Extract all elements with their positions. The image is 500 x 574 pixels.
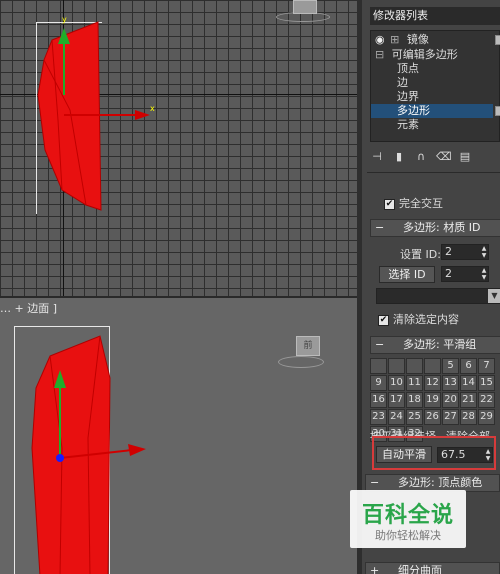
stack-item-mirror[interactable]: ◉ ⊞ 镜像	[375, 33, 429, 47]
select-id-spinner[interactable]: 2 ▲ ▼	[441, 266, 489, 282]
rollout-title: 多边形: 材质 ID	[403, 221, 481, 234]
smoothing-group-button[interactable]: 26	[424, 409, 441, 425]
red-mesh-object[interactable]	[0, 0, 357, 296]
smoothing-group-button[interactable]: 17	[388, 392, 405, 408]
remove-modifier-icon[interactable]: ⌫	[436, 150, 452, 164]
set-id-value: 2	[445, 245, 452, 258]
collapse-icon[interactable]: −	[375, 337, 384, 353]
smoothing-group-button[interactable]: 12	[424, 375, 441, 391]
rollout-smoothing-groups[interactable]: − 多边形: 平滑组	[370, 336, 500, 354]
expand-icon[interactable]: ⊞	[390, 33, 399, 46]
smoothing-group-button[interactable]: 18	[406, 392, 423, 408]
select-id-value: 2	[445, 267, 452, 280]
annotation-highlight-box	[372, 436, 496, 470]
rollout-title: 多边形: 顶点颜色	[398, 476, 483, 489]
collapse-icon[interactable]: −	[370, 475, 379, 491]
smoothing-group-button[interactable]: 23	[370, 409, 387, 425]
spinner-arrows-icon[interactable]: ▲ ▼	[480, 245, 488, 259]
smoothing-group-button[interactable]	[406, 358, 423, 374]
watermark-sub-text: 助你轻松解决	[375, 529, 441, 542]
smoothing-group-button[interactable]: 25	[406, 409, 423, 425]
stack-item-label: 可编辑多边形	[391, 48, 458, 61]
collapse-icon[interactable]: ⊟	[375, 48, 384, 61]
collapse-icon[interactable]: −	[375, 220, 384, 236]
stack-item-border[interactable]: 边界	[397, 90, 419, 104]
smoothing-group-button[interactable]: 13	[442, 375, 459, 391]
smoothing-group-button[interactable]: 27	[442, 409, 459, 425]
x-axis-gizmo-icon: x	[150, 104, 155, 113]
smoothing-group-button[interactable]: 14	[460, 375, 477, 391]
pin-stack-icon[interactable]: ⊣	[370, 150, 384, 164]
rollout-title: 多边形: 平滑组	[403, 338, 477, 351]
smoothing-group-button[interactable]: 29	[478, 409, 495, 425]
stack-item-vertex[interactable]: 顶点	[397, 62, 419, 76]
viewport-perspective[interactable]: … + 边面 ] 前	[0, 296, 357, 574]
set-id-label: 设置 ID:	[400, 248, 441, 261]
smoothing-group-button[interactable]: 16	[370, 392, 387, 408]
smoothing-group-button[interactable]: 21	[460, 392, 477, 408]
watermark-main-text: 百科全说	[361, 503, 454, 528]
smoothing-group-button[interactable]: 7	[478, 358, 495, 374]
divider	[367, 172, 500, 173]
stack-toolbar: ⊣ ▮ ∩ ⌫ ▤	[370, 148, 500, 166]
material-name-dropdown[interactable]: ▼	[376, 288, 500, 304]
smoothing-group-button[interactable]: 10	[388, 375, 405, 391]
complete-interactive-checkbox[interactable]: ✔	[384, 198, 395, 210]
stack-item-editable-poly[interactable]: ⊟ 可编辑多边形	[375, 48, 458, 62]
complete-interactive-label: 完全交互	[399, 197, 443, 210]
show-end-result-icon[interactable]: ▮	[392, 150, 406, 164]
smoothing-group-button[interactable]	[424, 358, 441, 374]
modifier-stack[interactable]: ◉ ⊞ 镜像 ⊟ 可编辑多边形 顶点 边 边界 多边形 元素	[370, 30, 500, 142]
smoothing-group-button[interactable]	[388, 358, 405, 374]
stack-box-icon	[495, 106, 500, 116]
smoothing-group-button[interactable]: 11	[406, 375, 423, 391]
make-unique-icon[interactable]: ∩	[414, 150, 428, 164]
select-id-button[interactable]: 选择 ID	[379, 266, 435, 283]
modifier-list-dropdown[interactable]: 修改器列表	[370, 7, 500, 25]
red-mesh-object[interactable]	[0, 298, 357, 574]
smoothing-group-button[interactable]: 6	[460, 358, 477, 374]
stack-item-edge[interactable]: 边	[397, 76, 408, 90]
rollout-material-id[interactable]: − 多边形: 材质 ID	[370, 219, 500, 237]
smoothing-group-button[interactable]: 22	[478, 392, 495, 408]
smoothing-group-button[interactable]: 20	[442, 392, 459, 408]
clear-selection-checkbox[interactable]: ✔	[378, 314, 389, 326]
clear-selection-row[interactable]: ✔ 清除选定内容	[378, 311, 459, 327]
clear-selection-label: 清除选定内容	[393, 313, 459, 326]
smoothing-group-button[interactable]: 19	[424, 392, 441, 408]
stack-item-label: 镜像	[406, 33, 429, 46]
smoothing-group-button[interactable]	[370, 358, 387, 374]
stack-item-polygon[interactable]: 多边形	[371, 104, 493, 118]
complete-interactive-row[interactable]: ✔ 完全交互	[384, 195, 443, 211]
configure-sets-icon[interactable]: ▤	[458, 150, 472, 164]
chevron-down-icon[interactable]: ▼	[488, 289, 500, 303]
smoothing-group-button[interactable]: 15	[478, 375, 495, 391]
expand-icon[interactable]: +	[370, 563, 379, 574]
stack-box-icon	[495, 35, 500, 45]
y-axis-gizmo-icon: y	[62, 15, 67, 24]
rollout-title: 细分曲面	[398, 564, 442, 574]
set-id-spinner[interactable]: 2 ▲ ▼	[441, 244, 489, 260]
lightbulb-icon[interactable]: ◉	[375, 33, 385, 46]
smoothing-group-button[interactable]: 5	[442, 358, 459, 374]
watermark-logo: 百科全说 助你轻松解决	[350, 490, 466, 548]
stack-item-element[interactable]: 元素	[397, 118, 419, 132]
rollout-subdivide[interactable]: + 细分曲面	[365, 562, 500, 574]
smoothing-group-button[interactable]: 9	[370, 375, 387, 391]
smoothing-group-button[interactable]: 24	[388, 409, 405, 425]
spinner-arrows-icon[interactable]: ▲ ▼	[480, 267, 488, 281]
viewport-top[interactable]: y x	[0, 0, 357, 296]
smoothing-group-button[interactable]: 28	[460, 409, 477, 425]
